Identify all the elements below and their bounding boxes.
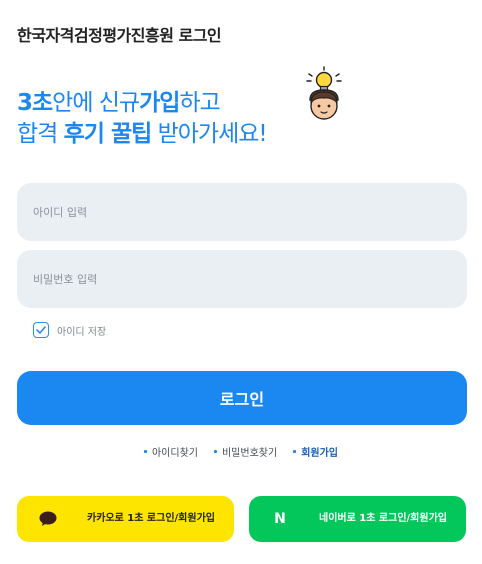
promo-text-part: 받아가세요! [151, 121, 268, 147]
find-password-label: 비밀번호찾기 [221, 448, 278, 459]
lightbulb-character-icon [306, 66, 342, 120]
promo-text-part: 안에 신규 [52, 90, 140, 116]
find-id-link[interactable]: 아이디찾기 [143, 444, 198, 459]
find-id-label: 아이디찾기 [151, 448, 198, 459]
bullet-icon [143, 450, 147, 453]
naver-n-icon: N [270, 511, 290, 527]
kakao-login-button[interactable]: 카카오로 1초 로그인/회원가입 [17, 496, 234, 542]
promo-highlight-tips: 후기 꿀팁 [63, 121, 153, 147]
promo-text: 3초안에 신규가입하고 합격 후기 꿀팁 받아가세요! [17, 88, 268, 150]
naver-login-button[interactable]: N 네이버로 1초 로그인/회원가입 [249, 496, 466, 542]
promo-text-part: 하고 [179, 90, 220, 116]
page-title: 한국자격검정평가진흥원 로그인 [17, 26, 222, 45]
find-password-link[interactable]: 비밀번호찾기 [213, 444, 278, 459]
signup-label: 회원가입 [301, 448, 338, 459]
login-button[interactable]: 로그인 [17, 371, 467, 425]
naver-login-label: 네이버로 1초 로그인/회원가입 [319, 513, 447, 524]
signup-link[interactable]: 회원가입 [293, 444, 338, 459]
password-input[interactable] [17, 250, 467, 308]
bullet-icon [213, 450, 217, 453]
check-icon [36, 326, 46, 334]
kakao-chat-bubble-icon [38, 511, 58, 527]
remember-id-toggle[interactable]: 아이디 저장 [33, 322, 106, 338]
account-links: 아이디찾기 비밀번호찾기 회원가입 [0, 444, 482, 459]
promo-line-2: 합격 후기 꿀팁 받아가세요! [17, 119, 268, 150]
remember-checkbox[interactable] [33, 322, 49, 338]
id-input[interactable] [17, 183, 467, 241]
kakao-login-label: 카카오로 1초 로그인/회원가입 [87, 513, 215, 524]
promo-highlight-3sec: 3초 [17, 90, 53, 116]
bullet-icon [293, 450, 297, 453]
login-page: 한국자격검정평가진흥원 로그인 3초안에 신규가입하고 합격 후기 꿀팁 받아가… [0, 0, 482, 564]
promo-text-part: 합격 [17, 121, 64, 147]
promo-highlight-signup: 가입 [139, 90, 180, 116]
remember-label: 아이디 저장 [57, 326, 107, 338]
naver-n-text: N [274, 511, 286, 527]
promo-line-1: 3초안에 신규가입하고 [17, 88, 267, 119]
